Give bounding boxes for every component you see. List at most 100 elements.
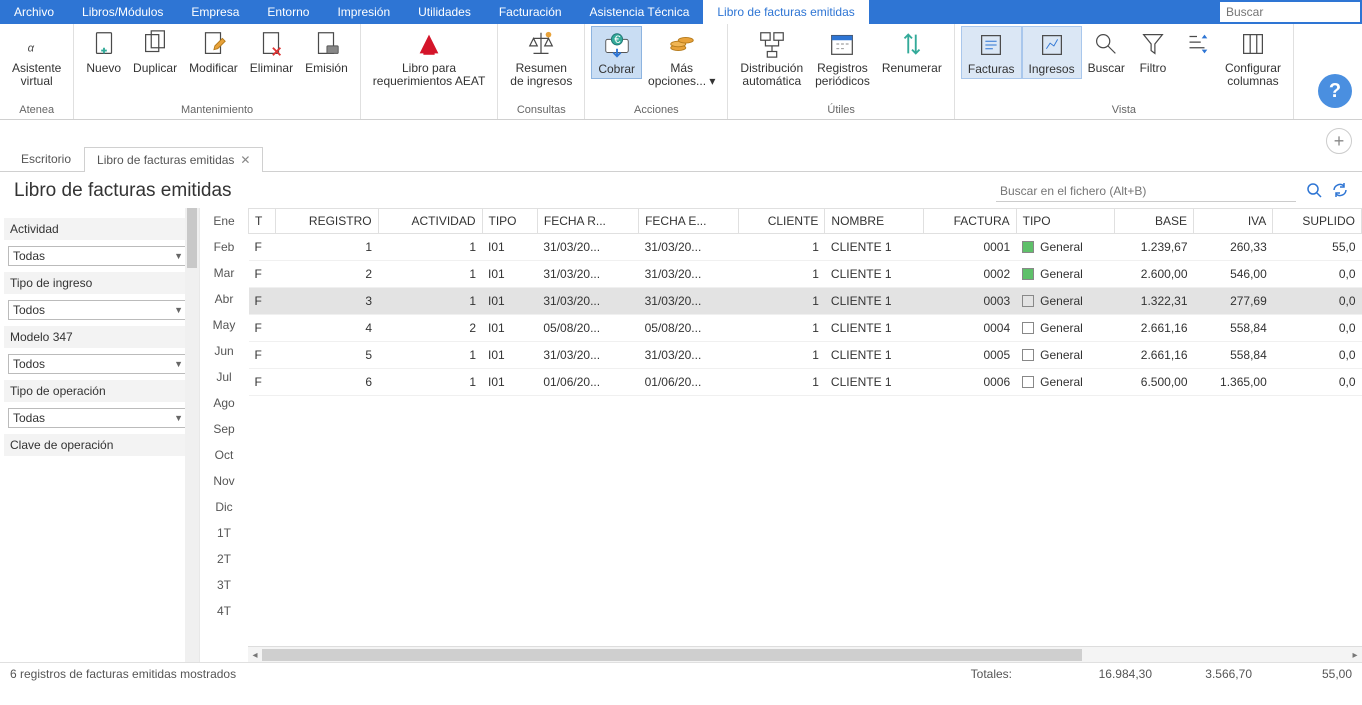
- total-base: 16.984,30: [1052, 667, 1152, 681]
- refresh-icon[interactable]: [1332, 182, 1348, 201]
- ribbon-sort-button[interactable]: [1175, 26, 1219, 64]
- ribbon-alpha-button[interactable]: αAsistente virtual: [6, 26, 67, 90]
- table-row[interactable]: F21I0131/03/20...31/03/20...1CLIENTE 100…: [249, 261, 1362, 288]
- close-icon[interactable]: ✕: [240, 153, 250, 167]
- ribbon-aeat-button[interactable]: Libro para requerimientos AEAT: [367, 26, 492, 90]
- inv-icon: [975, 29, 1007, 61]
- table-row[interactable]: F61I0101/06/20...01/06/20...1CLIENTE 100…: [249, 369, 1362, 396]
- dist-icon: [756, 28, 788, 60]
- ribbon-inc-button[interactable]: Ingresos: [1022, 26, 1082, 79]
- ribbon-filter-button[interactable]: Filtro: [1131, 26, 1175, 77]
- month-filter[interactable]: Ago: [209, 394, 238, 412]
- table-row[interactable]: F42I0105/08/20...05/08/20...1CLIENTE 100…: [249, 315, 1362, 342]
- column-header[interactable]: T: [249, 209, 276, 234]
- ribbon-cal-button[interactable]: Registros periódicos: [809, 26, 876, 90]
- ribbon-inv-button[interactable]: Facturas: [961, 26, 1022, 79]
- menu-item[interactable]: Facturación: [485, 0, 576, 24]
- invoices-grid[interactable]: TREGISTROACTIVIDADTIPOFECHA R...FECHA E.…: [248, 208, 1362, 646]
- record-count: 6 registros de facturas emitidas mostrad…: [10, 667, 236, 681]
- ribbon-coins-button[interactable]: Más opciones... ▾: [642, 26, 721, 90]
- menu-item[interactable]: Asistencia Técnica: [576, 0, 704, 24]
- month-filter[interactable]: Mar: [210, 264, 239, 282]
- month-filter[interactable]: Oct: [211, 446, 238, 464]
- search-icon[interactable]: [1306, 182, 1322, 201]
- filter-select[interactable]: Todas▼: [8, 408, 188, 428]
- chevron-down-icon: ▼: [174, 413, 183, 423]
- column-header[interactable]: FECHA E...: [639, 209, 739, 234]
- filter-select[interactable]: Todos▼: [8, 354, 188, 374]
- chevron-down-icon: ▼: [174, 359, 183, 369]
- table-row[interactable]: F31I0131/03/20...31/03/20...1CLIENTE 100…: [249, 288, 1362, 315]
- global-search-input[interactable]: [1220, 2, 1360, 22]
- month-filter[interactable]: Nov: [209, 472, 238, 490]
- add-tab-button[interactable]: +: [1326, 128, 1352, 154]
- column-header[interactable]: REGISTRO: [276, 209, 378, 234]
- column-header[interactable]: CLIENTE: [739, 209, 825, 234]
- column-header[interactable]: BASE: [1114, 209, 1193, 234]
- column-header[interactable]: ACTIVIDAD: [378, 209, 482, 234]
- tipo-color-icon: [1022, 268, 1034, 280]
- ribbon: αAsistente virtualAteneaNuevoDuplicarMod…: [0, 24, 1362, 120]
- month-filter[interactable]: Sep: [209, 420, 238, 438]
- alpha-icon: α: [21, 28, 53, 60]
- menubar: ArchivoLibros/MódulosEmpresaEntornoImpre…: [0, 0, 1362, 24]
- page-tab[interactable]: Escritorio: [8, 146, 84, 171]
- help-icon[interactable]: ?: [1318, 74, 1352, 108]
- column-header[interactable]: NOMBRE: [825, 209, 923, 234]
- column-header[interactable]: TIPO: [1016, 209, 1114, 234]
- filter-select[interactable]: Todas▼: [8, 246, 188, 266]
- ribbon-doc-dup-button[interactable]: Duplicar: [127, 26, 183, 77]
- month-filter[interactable]: 4T: [213, 602, 235, 620]
- sort-icon: [1181, 28, 1213, 60]
- ribbon-doc-print-button[interactable]: Emisión: [299, 26, 354, 77]
- tipo-color-icon: [1022, 322, 1034, 334]
- column-header[interactable]: IVA: [1194, 209, 1273, 234]
- grid-horizontal-scrollbar[interactable]: ◂ ▸: [248, 646, 1362, 662]
- column-header[interactable]: FECHA R...: [537, 209, 638, 234]
- month-filter[interactable]: Abr: [211, 290, 238, 308]
- menu-item[interactable]: Empresa: [177, 0, 253, 24]
- menu-item[interactable]: Libros/Módulos: [68, 0, 177, 24]
- ribbon-cols-button[interactable]: Configurar columnas: [1219, 26, 1287, 90]
- column-header[interactable]: SUPLIDO: [1273, 209, 1362, 234]
- ribbon-doc-edit-button[interactable]: Modificar: [183, 26, 244, 77]
- menu-item[interactable]: Utilidades: [404, 0, 485, 24]
- scales-icon: [525, 28, 557, 60]
- month-filter[interactable]: May: [209, 316, 240, 334]
- filter-scrollbar[interactable]: [185, 208, 199, 662]
- menu-item[interactable]: Entorno: [253, 0, 323, 24]
- filter-select[interactable]: Todos▼: [8, 300, 188, 320]
- tipo-color-icon: [1022, 295, 1034, 307]
- menu-item[interactable]: Libro de facturas emitidas: [703, 0, 868, 24]
- table-row[interactable]: F51I0131/03/20...31/03/20...1CLIENTE 100…: [249, 342, 1362, 369]
- ribbon-renum-button[interactable]: Renumerar: [876, 26, 948, 77]
- filter-label: Tipo de operación: [4, 380, 193, 402]
- ribbon-find-button[interactable]: Buscar: [1082, 26, 1131, 77]
- ribbon-dist-button[interactable]: Distribución automática: [734, 26, 809, 90]
- month-filter[interactable]: Ene: [209, 212, 238, 230]
- file-search-input[interactable]: [996, 181, 1296, 202]
- ribbon-doc-del-button[interactable]: Eliminar: [244, 26, 299, 77]
- menu-item[interactable]: Impresión: [323, 0, 404, 24]
- totals-label: Totales:: [971, 667, 1012, 681]
- page-tab[interactable]: Libro de facturas emitidas✕: [84, 147, 263, 172]
- month-filter[interactable]: 3T: [213, 576, 235, 594]
- filter-icon: [1137, 28, 1169, 60]
- month-filter[interactable]: Feb: [210, 238, 239, 256]
- cols-icon: [1237, 28, 1269, 60]
- total-iva: 3.566,70: [1152, 667, 1252, 681]
- inc-icon: [1036, 29, 1068, 61]
- ribbon-scales-button[interactable]: Resumen de ingresos: [504, 26, 578, 90]
- column-header[interactable]: FACTURA: [923, 209, 1016, 234]
- column-header[interactable]: TIPO: [482, 209, 537, 234]
- ribbon-pay-button[interactable]: €Cobrar: [591, 26, 642, 79]
- status-bar: 6 registros de facturas emitidas mostrad…: [0, 662, 1362, 685]
- ribbon-doc-plus-button[interactable]: Nuevo: [80, 26, 127, 77]
- month-filter[interactable]: Jul: [212, 368, 235, 386]
- menu-item[interactable]: Archivo: [0, 0, 68, 24]
- month-filter[interactable]: 1T: [213, 524, 235, 542]
- table-row[interactable]: F11I0131/03/20...31/03/20...1CLIENTE 100…: [249, 234, 1362, 261]
- month-filter[interactable]: Jun: [210, 342, 237, 360]
- month-filter[interactable]: 2T: [213, 550, 235, 568]
- month-filter[interactable]: Dic: [211, 498, 236, 516]
